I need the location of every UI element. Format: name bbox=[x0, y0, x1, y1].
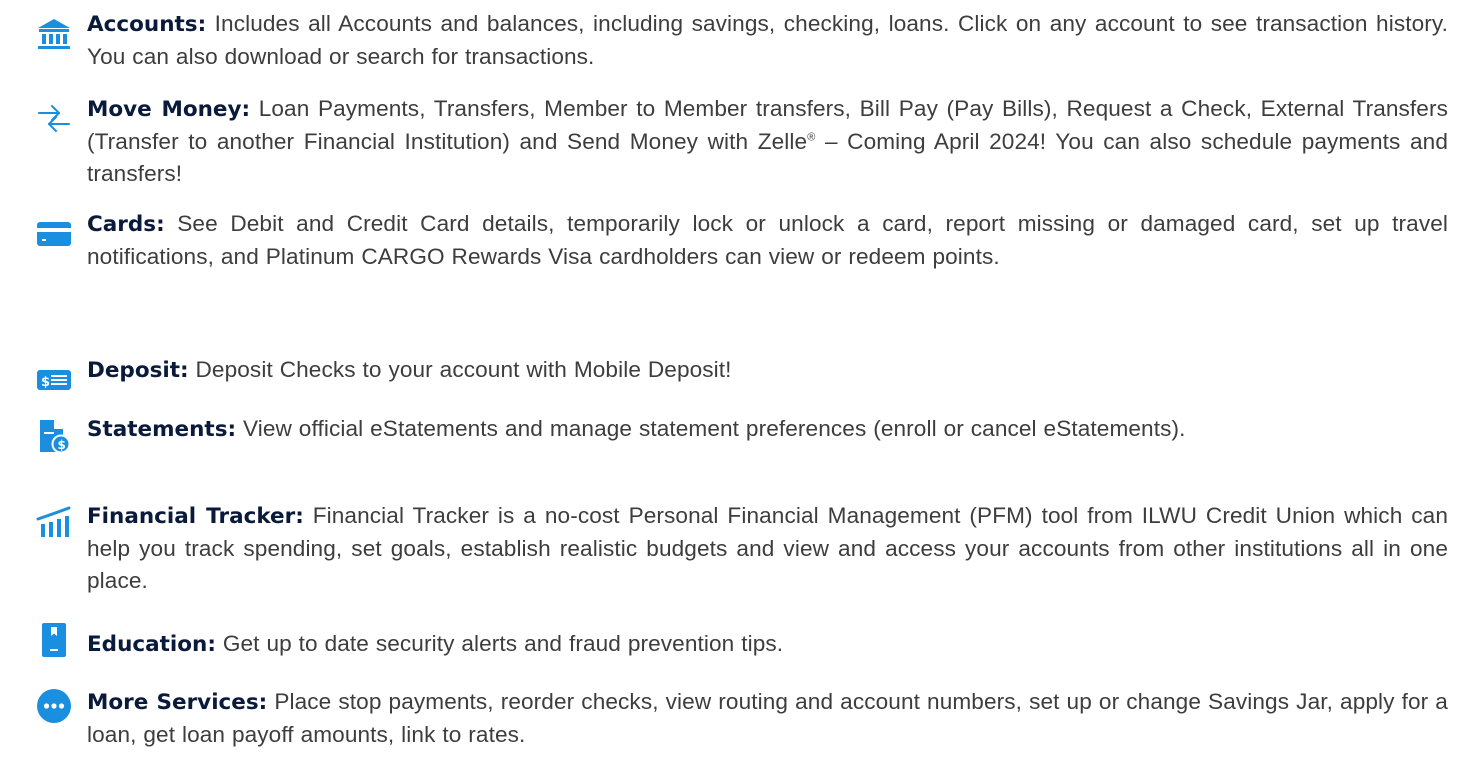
more-services-icon bbox=[36, 688, 72, 724]
item-label: Deposit: bbox=[87, 358, 189, 383]
item-text: Statements: View official eStatements an… bbox=[87, 413, 1448, 446]
check-deposit-icon: $ bbox=[36, 362, 72, 398]
financial-tracker-icon bbox=[36, 505, 72, 541]
statement-document-icon: $ bbox=[36, 418, 72, 454]
item-text: Deposit: Deposit Checks to your account … bbox=[87, 354, 1448, 387]
item-description: Includes all Accounts and balances, incl… bbox=[87, 11, 1448, 69]
credit-card-icon bbox=[36, 216, 72, 252]
svg-text:$: $ bbox=[41, 375, 50, 390]
item-text: Accounts: Includes all Accounts and bala… bbox=[87, 8, 1448, 73]
item-label: Cards: bbox=[87, 212, 165, 237]
item-description: Place stop payments, reorder checks, vie… bbox=[87, 689, 1448, 747]
item-description: See Debit and Credit Card details, tempo… bbox=[87, 211, 1448, 269]
item-text: Move Money: Loan Payments, Transfers, Me… bbox=[87, 93, 1448, 190]
bank-icon bbox=[36, 16, 72, 52]
item-description: Get up to date security alerts and fraud… bbox=[215, 631, 784, 656]
item-label: Accounts: bbox=[87, 12, 207, 37]
svg-text:$: $ bbox=[58, 438, 66, 452]
item-label: Statements: bbox=[87, 417, 237, 442]
education-book-icon bbox=[36, 622, 72, 658]
item-label: Education: bbox=[87, 632, 216, 657]
item-label: Financial Tracker: bbox=[87, 504, 304, 529]
item-text: Financial Tracker: Financial Tracker is … bbox=[87, 500, 1448, 597]
transfer-arrows-icon bbox=[36, 101, 72, 137]
item-text: Cards: See Debit and Credit Card details… bbox=[87, 208, 1448, 273]
feature-list: Accounts: Includes all Accounts and bala… bbox=[0, 0, 1468, 768]
item-text: Education: Get up to date security alert… bbox=[87, 628, 1448, 661]
item-text: More Services: Place stop payments, reor… bbox=[87, 686, 1448, 751]
item-label: Move Money: bbox=[87, 97, 251, 122]
item-description: View official eStatements and manage sta… bbox=[236, 416, 1186, 441]
item-description: Deposit Checks to your account with Mobi… bbox=[188, 357, 732, 382]
item-label: More Services: bbox=[87, 690, 268, 715]
